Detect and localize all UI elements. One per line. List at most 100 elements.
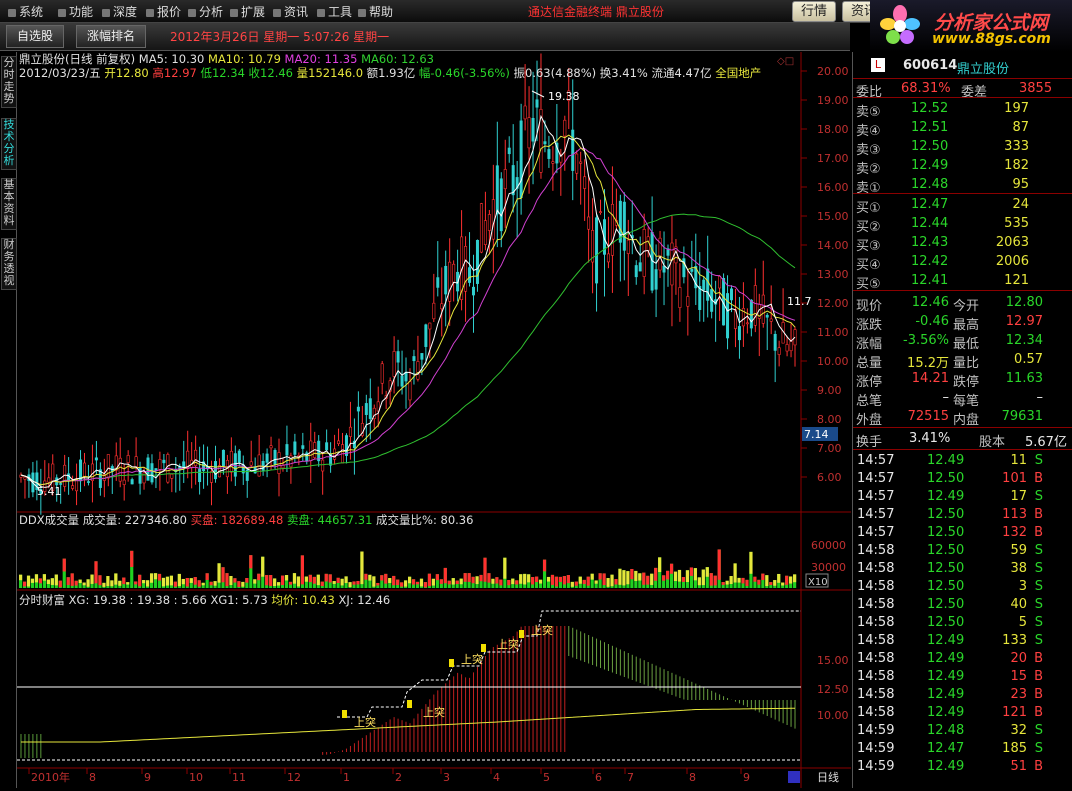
chart-settings-icon[interactable]: ◇□ <box>777 56 794 67</box>
bid-price: 12.42 <box>911 254 949 269</box>
stat-label: 量比 <box>953 356 980 371</box>
tick-volume: 132 <box>1002 525 1027 540</box>
menu-tools[interactable]: 工具 <box>317 3 352 20</box>
fortune-tick-10: 10.00 <box>817 709 849 722</box>
ask-label: 卖④ <box>856 124 881 139</box>
vol-title-part: 成交量比%: 80.36 <box>372 513 473 527</box>
tick-volume: 5 <box>1018 615 1027 630</box>
fort-title-part: 分时财富 <box>19 593 65 607</box>
menu-quote[interactable]: 报价 <box>146 3 181 20</box>
tick-price: 12.50 <box>927 507 965 522</box>
info-line-part: 流通4.47亿 <box>648 66 712 80</box>
side-tab-basic-info[interactable]: 基本资料 <box>1 178 17 230</box>
market-badge-icon: L <box>871 58 885 72</box>
ask-volume: 182 <box>1004 158 1029 173</box>
stat-row: 外盘 72515 内盘 79631 <box>853 408 1072 428</box>
price-tick: 18.00 <box>817 123 849 136</box>
stat-label: 每笔 <box>953 394 980 409</box>
signal-label: 上突 <box>497 637 519 651</box>
fortune-tick-12-5: 12.50 <box>817 683 849 696</box>
tick-time: 14:58 <box>857 597 895 612</box>
x-tick-label: 7 <box>627 771 634 784</box>
tick-time: 14:58 <box>857 651 895 666</box>
price-tick: 14.00 <box>817 239 849 252</box>
price-tick: 10.00 <box>817 355 849 368</box>
tick-price: 12.49 <box>927 687 965 702</box>
tick-price: 12.50 <box>927 561 965 576</box>
price-tick: 20.00 <box>817 65 849 78</box>
ask-price: 12.49 <box>911 158 949 173</box>
watchlist-button[interactable]: 自选股 <box>6 25 65 48</box>
chart-background <box>17 52 801 788</box>
tick-row: 14:59 12.48 32 S <box>853 722 1072 740</box>
period-label[interactable]: 日线 <box>817 770 839 784</box>
title-line-part: 鼎立股份(日线 前复权) <box>19 52 135 66</box>
stat-row: 涨幅 -3.56% 最低 12.34 <box>853 332 1072 352</box>
title-line-part: MA5: 10.30 <box>135 52 204 66</box>
tick-row: 14:58 12.50 59 S <box>853 542 1072 560</box>
stock-chart[interactable]: 20.0019.0018.0017.0016.0015.0014.0013.00… <box>17 52 851 788</box>
tick-side: S <box>1034 597 1043 612</box>
side-tab-intraday[interactable]: 分时走势 <box>1 56 17 108</box>
bid-label: 买③ <box>856 239 881 254</box>
stat-value: 12.46 <box>911 295 949 310</box>
stat-label: 今开 <box>953 299 980 314</box>
scroll-indicator[interactable] <box>788 771 800 783</box>
tick-price: 12.49 <box>927 633 965 648</box>
signal-label: 上突 <box>354 715 376 729</box>
stat-label: 最低 <box>953 337 980 352</box>
gain-ranking-button[interactable]: 涨幅排名 <box>76 25 147 48</box>
menu-system[interactable]: 系统 <box>8 3 43 20</box>
weicha-value: 3855 <box>1019 81 1053 96</box>
x-tick-label: 6 <box>595 771 602 784</box>
ask-row: 卖④ 12.51 87 <box>853 119 1072 139</box>
ask-row: 卖⑤ 12.52 197 <box>853 100 1072 120</box>
share-value: 5.67亿 <box>1025 435 1067 450</box>
quote-separator <box>853 427 1072 428</box>
chart-area[interactable]: 20.00 19.00 18.00 17.00 16.00 15.00 14.00 13.00… <box>17 52 851 788</box>
tick-price: 12.49 <box>927 759 965 774</box>
bid-volume: 24 <box>1012 197 1029 212</box>
ask-volume: 95 <box>1012 177 1029 192</box>
menu-analysis[interactable]: 分析 <box>188 3 223 20</box>
x-tick-label: 11 <box>232 771 246 784</box>
tick-row: 14:59 12.47 185 S <box>853 740 1072 758</box>
ask-price: 12.51 <box>911 120 949 135</box>
x-tick-label: 12 <box>287 771 301 784</box>
menu-function[interactable]: 功能 <box>58 3 93 20</box>
menu-news[interactable]: 资讯 <box>273 3 308 20</box>
menu-depth[interactable]: 深度 <box>102 3 137 20</box>
info-line-part: 换3.41% <box>596 66 648 80</box>
side-tab-financial[interactable]: 财务透视 <box>1 238 17 290</box>
vol-title-part: DDX成交量 <box>19 513 79 527</box>
signal-label: 上突 <box>423 705 445 719</box>
low-label: 5.41 <box>37 485 62 498</box>
tab-quote[interactable]: 行情 <box>792 1 837 22</box>
price-tick: 12.00 <box>817 297 849 310</box>
bid-label: 买① <box>856 201 881 216</box>
side-tab-technical[interactable]: 技术分析 <box>1 118 17 170</box>
stat-value: 72515 <box>907 409 949 424</box>
share-label: 股本 <box>979 435 1006 450</box>
stock-header: L 600614 鼎立股份 <box>853 57 1072 77</box>
fortune-tick-15: 15.00 <box>817 654 849 667</box>
menu-help[interactable]: 帮助 <box>358 3 393 20</box>
tick-side: S <box>1034 579 1043 594</box>
stat-value: 79631 <box>1001 409 1043 424</box>
info-line-part: 量152146.0 <box>293 66 363 80</box>
tick-price: 12.49 <box>927 453 965 468</box>
ask-price: 12.48 <box>911 177 949 192</box>
stock-code: 600614 <box>903 58 958 73</box>
menu-extend[interactable]: 扩展 <box>230 3 265 20</box>
tick-price: 12.49 <box>927 705 965 720</box>
stat-label: 涨幅 <box>856 337 883 352</box>
tick-time: 14:58 <box>857 705 895 720</box>
stat-value: -0.46 <box>915 314 949 329</box>
signal-label: 上突 <box>461 652 483 666</box>
stat-label: 现价 <box>856 299 883 314</box>
tick-volume: 20 <box>1010 651 1027 666</box>
tick-time: 14:57 <box>857 453 895 468</box>
ask-row: 卖③ 12.50 333 <box>853 138 1072 158</box>
price-tick: 15.00 <box>817 210 849 223</box>
tick-volume: 59 <box>1010 543 1027 558</box>
